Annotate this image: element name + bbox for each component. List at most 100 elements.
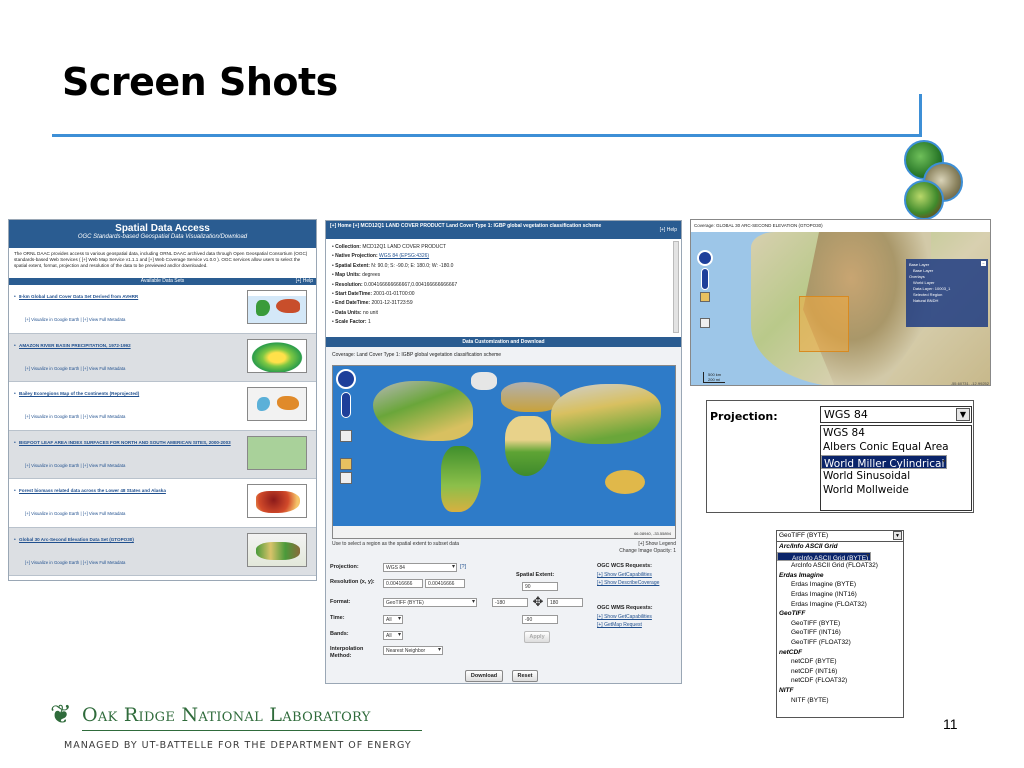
chevron-down-icon[interactable]: ▼ xyxy=(956,408,970,421)
dataset-thumbnail[interactable] xyxy=(247,338,307,373)
google-earth-link[interactable]: [+] Visualize in Google Earth xyxy=(25,366,79,371)
projection-option[interactable]: Albers Conic Equal Area xyxy=(821,440,971,454)
projection-select[interactable]: WGS 84 ▼ xyxy=(820,406,972,423)
zoom-slider[interactable] xyxy=(341,392,351,418)
dataset-title-link[interactable]: BIGFOOT LEAF AREA INDEX SURFACES FOR NOR… xyxy=(19,440,244,445)
dataset-title-link[interactable]: Global 30 Arc-Second Elevation Data Set … xyxy=(19,537,244,542)
zoom-box-icon[interactable] xyxy=(340,458,352,470)
pan-control-icon[interactable] xyxy=(336,369,356,389)
opacity-value[interactable]: 1 xyxy=(673,548,676,554)
close-icon[interactable]: − xyxy=(981,261,986,266)
dataset-title-link[interactable]: 8-km Global Land Cover Data Set Derived … xyxy=(19,294,244,299)
info-tool-icon[interactable] xyxy=(340,472,352,484)
projection-option[interactable]: WGS 84 xyxy=(821,426,971,440)
resolution-x-input[interactable]: 0.00416666 xyxy=(383,579,423,588)
format-option[interactable]: Erdas Imagine (INT16) xyxy=(777,590,903,600)
wms-getmap-link[interactable]: [+] GetMap Request xyxy=(597,622,642,628)
format-options: Arc/Info ASCII Grid ArcInfo ASCII Grid (B… xyxy=(777,542,903,705)
format-option[interactable]: netCDF (INT16) xyxy=(777,667,903,677)
dataset-thumbnail[interactable] xyxy=(247,387,307,421)
format-option[interactable]: GeoTIFF (FLOAT32) xyxy=(777,638,903,648)
layer-item[interactable]: Natural BNDH xyxy=(913,298,985,304)
selected-region[interactable] xyxy=(799,296,849,352)
panel-header: Spatial Data Access OGC Standards-based … xyxy=(9,220,316,248)
metadata-link[interactable]: [+] View Full Metadata xyxy=(83,317,126,322)
format-option[interactable]: netCDF (FLOAT32) xyxy=(777,676,903,686)
format-option[interactable]: NITF (BYTE) xyxy=(777,696,903,706)
select-hint: Use to select a region as the spatial ex… xyxy=(332,541,460,547)
info-data-units: • Data Units: no unit xyxy=(332,309,378,316)
resolution-y-input[interactable]: 0.00416666 xyxy=(425,579,465,588)
google-earth-link[interactable]: [+] Visualize in Google Earth xyxy=(25,560,79,565)
format-select[interactable]: GeoTIFF (BYTE) xyxy=(383,598,477,607)
logo-divider xyxy=(82,730,422,731)
coverage-label: Coverage: Land Cover Type 1: IGBP global… xyxy=(332,352,502,358)
projection-link[interactable]: WGS 84 (EPSG:4326) xyxy=(379,253,429,259)
projection-select[interactable]: WGS 84 xyxy=(383,563,457,572)
google-earth-link[interactable]: [+] Visualize in Google Earth xyxy=(25,511,79,516)
google-earth-link[interactable]: [+] Visualize in Google Earth xyxy=(25,414,79,419)
extent-north-input[interactable]: 90 xyxy=(522,582,558,591)
help-link[interactable]: [+] Help xyxy=(296,278,313,285)
dataset-thumbnail[interactable] xyxy=(247,532,307,567)
extent-south-input[interactable]: -90 xyxy=(522,615,558,624)
download-button[interactable]: Download xyxy=(465,670,503,682)
projection-help-link[interactable]: [?] xyxy=(460,564,466,570)
zoom-slider[interactable] xyxy=(701,268,709,290)
wcs-getcapabilities-link[interactable]: [+] Show GetCapabilities xyxy=(597,572,652,578)
format-option[interactable]: GeoTIFF (INT16) xyxy=(777,628,903,638)
format-select[interactable]: GeoTIFF (BYTE) ▼ xyxy=(777,531,903,542)
info-collection: • Collection: MCD12Q1 LAND COVER PRODUCT xyxy=(332,244,447,250)
show-legend-link[interactable]: [+] Show Legend xyxy=(619,541,676,548)
wms-getcapabilities-link[interactable]: [+] Show GetCapabilities xyxy=(597,614,652,620)
wcs-describecoverage-link[interactable]: [+] Show DescribeCoverage xyxy=(597,580,659,586)
google-earth-link[interactable]: [+] Visualize in Google Earth xyxy=(25,463,79,468)
help-link[interactable]: [+] Help xyxy=(660,227,677,234)
bullet-icon: • xyxy=(14,488,16,494)
google-earth-link[interactable]: [+] Visualize in Google Earth xyxy=(25,317,79,322)
link-separator: | xyxy=(80,414,82,419)
dataset-thumbnail[interactable] xyxy=(247,290,307,324)
dataset-row: • Bailey Ecoregions Map of the Continents… xyxy=(9,382,316,431)
dataset-thumbnail[interactable] xyxy=(247,435,307,470)
dataset-row: • 8-km Global Land Cover Data Set Derived… xyxy=(9,285,316,334)
dataset-title-link[interactable]: Bailey Ecoregions Map of the Continents … xyxy=(19,391,244,396)
projection-option[interactable]: World Miller Cylindrical xyxy=(821,454,948,470)
format-option[interactable]: Erdas Imagine (FLOAT32) xyxy=(777,600,903,610)
format-group-label: netCDF xyxy=(779,648,803,656)
layer-switcher[interactable]: − Base Layer Base Layer Overlays World Laye… xyxy=(906,259,988,327)
select-region-icon[interactable] xyxy=(700,292,710,302)
format-option[interactable]: Erdas Imagine (BYTE) xyxy=(777,580,903,590)
metadata-link[interactable]: [+] View Full Metadata xyxy=(83,560,126,565)
pan-control-icon[interactable] xyxy=(697,250,713,266)
format-option[interactable]: ArcInfo ASCII Grid (BYTE) xyxy=(777,551,872,562)
format-option[interactable]: GeoTIFF (BYTE) xyxy=(777,619,903,629)
world-map[interactable]: 66.08940, -33.55894 xyxy=(332,365,676,539)
scrollbar[interactable] xyxy=(673,241,679,333)
metadata-link[interactable]: [+] View Full Metadata xyxy=(83,463,126,468)
metadata-link[interactable]: [+] View Full Metadata xyxy=(83,366,126,371)
breadcrumb-text[interactable]: [+] Home [+] MCD12Q1 LAND COVER PRODUCT … xyxy=(330,223,601,229)
data-customization-panel: [+] Home [+] MCD12Q1 LAND COVER PRODUCT … xyxy=(325,220,682,684)
reset-button[interactable]: Reset xyxy=(512,670,538,682)
projection-option[interactable]: World Mollweide xyxy=(821,483,971,497)
apply-button[interactable]: Apply xyxy=(524,631,550,643)
dataset-thumbnail[interactable] xyxy=(247,484,307,518)
format-group-label: Erdas Imagine xyxy=(779,571,824,579)
projection-option[interactable]: World Sinusoidal xyxy=(821,469,971,483)
leaf-icon: ❦ xyxy=(50,699,72,729)
bands-select[interactable]: All xyxy=(383,631,403,640)
select-region-icon[interactable] xyxy=(340,430,352,442)
chevron-down-icon[interactable]: ▼ xyxy=(893,531,902,540)
zoom-box-icon[interactable] xyxy=(700,318,710,328)
metadata-link[interactable]: [+] View Full Metadata xyxy=(83,414,126,419)
time-select[interactable]: All xyxy=(383,615,403,624)
interpolation-select[interactable]: Nearest Neighbor xyxy=(383,646,443,655)
elevation-map[interactable]: − Base Layer Base Layer Overlays World Laye… xyxy=(691,232,990,385)
metadata-link[interactable]: [+] View Full Metadata xyxy=(83,511,126,516)
extent-west-input[interactable]: -180 xyxy=(492,598,528,607)
format-option[interactable]: netCDF (BYTE) xyxy=(777,657,903,667)
dataset-title-link[interactable]: AMAZON RIVER BASIN PRECIPITATION, 1972-1… xyxy=(19,343,244,348)
extent-east-input[interactable]: 180 xyxy=(547,598,583,607)
dataset-title-link[interactable]: Forest biomass related data across the L… xyxy=(19,488,244,493)
